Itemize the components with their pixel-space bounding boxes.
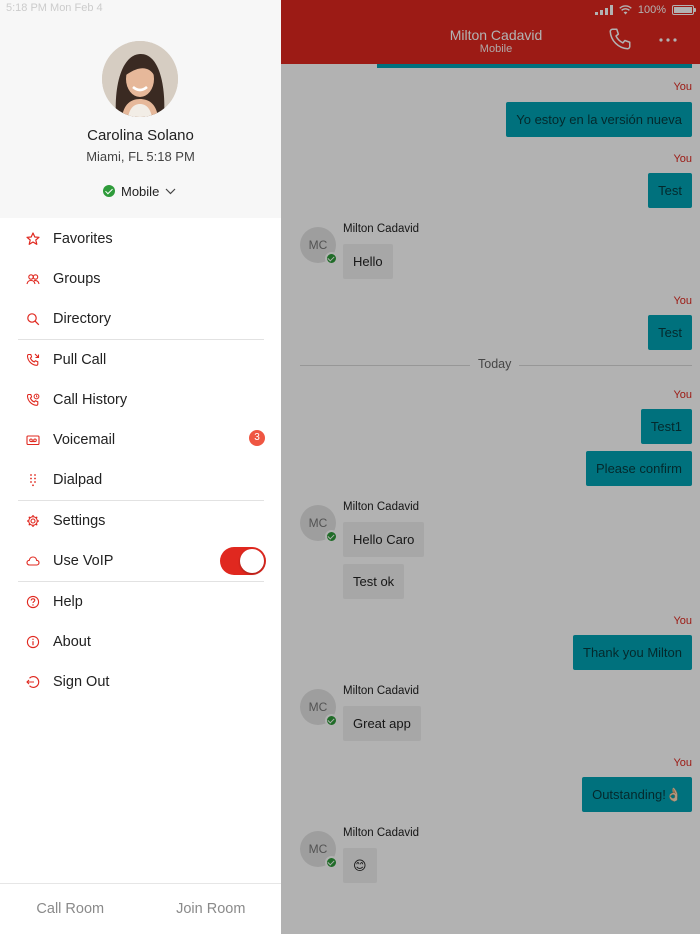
help-icon	[26, 595, 40, 609]
online-check-icon	[325, 252, 338, 265]
sender-you-label: You	[673, 81, 692, 93]
sign-out-icon	[26, 675, 40, 689]
presence-available-icon	[103, 185, 115, 197]
contact-avatar[interactable]: MC	[300, 689, 338, 727]
voicemail-count-badge: 3	[249, 430, 265, 446]
menu-label-favorites: Favorites	[53, 231, 113, 247]
message-bubble-outgoing[interactable]: Thank you Milton	[573, 635, 692, 670]
date-divider-label: Today	[470, 357, 520, 371]
presence-label: Mobile	[121, 183, 160, 199]
menu-label-directory: Directory	[53, 311, 112, 327]
online-check-icon	[325, 530, 338, 543]
menu-label-groups: Groups	[53, 271, 101, 287]
sender-name: Milton Cadavid	[343, 501, 420, 513]
phone-call-icon[interactable]	[607, 26, 633, 52]
sender-you-label: You	[673, 295, 692, 307]
message-bubble-incoming[interactable]: 😊	[343, 848, 377, 883]
cloud-icon	[26, 554, 40, 568]
avatar-initials: MC	[308, 700, 328, 714]
menu-label-use-voip: Use VoIP	[53, 553, 114, 569]
profile-name: Carolina Solano	[87, 127, 194, 144]
gear-icon	[26, 514, 40, 528]
menu-item-call-history[interactable]: Call History	[0, 380, 281, 420]
menu-item-voicemail[interactable]: Voicemail 3	[0, 420, 281, 460]
menu-item-pull-call[interactable]: Pull Call	[0, 340, 281, 380]
voicemail-icon	[26, 433, 40, 447]
message-bubble-incoming[interactable]: Test ok	[343, 564, 405, 599]
message-bubble-outgoing[interactable]: Test	[648, 315, 692, 350]
menu-item-use-voip: Use VoIP	[0, 541, 281, 581]
profile-avatar[interactable]	[102, 41, 178, 117]
contact-avatar[interactable]: MC	[300, 227, 338, 265]
call-history-icon	[26, 393, 40, 407]
search-icon	[26, 312, 40, 326]
avatar-initials: MC	[308, 238, 328, 252]
message-bubble-incoming[interactable]: Great app	[343, 706, 421, 741]
battery-percent: 100%	[637, 4, 666, 16]
sender-you-label: You	[673, 757, 692, 769]
call-room-button[interactable]: Call Room	[0, 884, 141, 934]
navigation-drawer: 5:18 PM Mon Feb 4 Carolina Solano Miami,…	[0, 0, 281, 934]
battery-icon	[672, 5, 696, 15]
pull-call-icon	[26, 353, 40, 367]
message-bubble-outgoing[interactable]: Test1	[640, 409, 692, 444]
message-bubble-outgoing[interactable]: Test	[648, 173, 692, 208]
message-bubble-incoming[interactable]: Hello	[343, 244, 393, 279]
use-voip-toggle[interactable]	[220, 547, 266, 575]
sender-you-label: You	[673, 389, 692, 401]
join-room-button[interactable]: Join Room	[141, 884, 282, 934]
drawer-footer: Call Room Join Room	[0, 883, 281, 934]
menu-label-voicemail: Voicemail	[53, 432, 116, 448]
menu-item-settings[interactable]: Settings	[0, 501, 281, 541]
signal-icon	[594, 5, 613, 15]
menu-label-call-history: Call History	[53, 392, 128, 408]
chevron-down-icon	[165, 188, 176, 194]
sender-name: Milton Cadavid	[343, 827, 420, 839]
menu-label-settings: Settings	[53, 513, 106, 529]
message-bubble-outgoing[interactable]: Outstanding!👌🏻	[582, 777, 692, 812]
menu-item-favorites[interactable]: Favorites	[0, 219, 281, 259]
message-bubble-outgoing[interactable]: Yo estoy en la versión nueva	[506, 102, 692, 137]
sender-name: Milton Cadavid	[343, 685, 420, 697]
status-date: Mon Feb 4	[50, 2, 103, 14]
online-check-icon	[325, 856, 338, 869]
status-bar-left: 5:18 PM Mon Feb 4	[6, 2, 103, 14]
status-bar-right: 100%	[594, 2, 696, 18]
profile-header: 5:18 PM Mon Feb 4 Carolina Solano Miami,…	[0, 0, 281, 218]
menu-label-about: About	[53, 634, 91, 650]
menu-item-help[interactable]: Help	[0, 582, 281, 622]
menu-label-dialpad: Dialpad	[53, 472, 103, 488]
dialpad-icon	[26, 473, 40, 487]
menu-item-dialpad[interactable]: Dialpad	[0, 460, 281, 500]
contact-avatar[interactable]: MC	[300, 505, 338, 543]
menu-label-pull-call: Pull Call	[53, 352, 107, 368]
message-bubble-outgoing[interactable]: Please confirm	[586, 451, 692, 486]
avatar-initials: MC	[308, 842, 328, 856]
menu-item-directory[interactable]: Directory	[0, 299, 281, 339]
chat-title: Milton Cadavid	[449, 27, 543, 43]
menu-item-groups[interactable]: Groups	[0, 259, 281, 299]
menu-item-sign-out[interactable]: Sign Out	[0, 662, 281, 702]
status-time: 5:18 PM	[6, 2, 47, 14]
message-bubble-incoming[interactable]: Hello Caro	[343, 522, 425, 557]
groups-icon	[26, 272, 40, 286]
wifi-icon	[619, 5, 632, 15]
menu-label-sign-out: Sign Out	[53, 674, 110, 690]
chat-subtitle: Mobile	[479, 43, 513, 55]
profile-location: Miami, FL 5:18 PM	[86, 149, 195, 164]
sender-you-label: You	[673, 615, 692, 627]
contact-avatar[interactable]: MC	[300, 831, 338, 869]
more-options-icon[interactable]	[655, 30, 681, 50]
online-check-icon	[325, 714, 338, 727]
info-icon	[26, 635, 40, 649]
menu-item-about[interactable]: About	[0, 622, 281, 662]
avatar-initials: MC	[308, 516, 328, 530]
menu-label-help: Help	[53, 594, 83, 610]
toggle-knob	[240, 549, 264, 573]
presence-selector[interactable]: Mobile	[103, 182, 176, 200]
sender-name: Milton Cadavid	[343, 223, 420, 235]
star-icon	[26, 232, 40, 246]
profile-photo-icon	[102, 41, 178, 117]
sender-you-label: You	[673, 153, 692, 165]
